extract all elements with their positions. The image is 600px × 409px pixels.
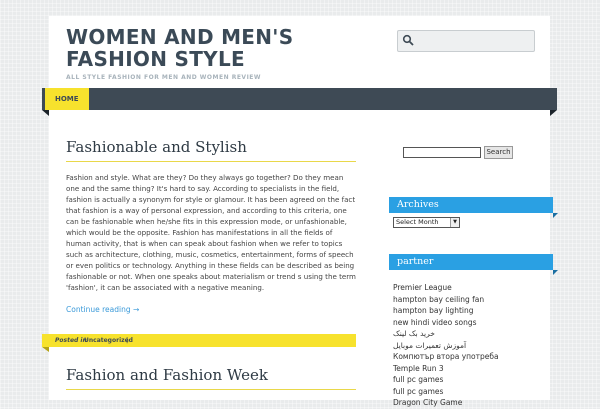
- title-divider: [66, 161, 356, 162]
- post-title[interactable]: Fashionable and Stylish: [66, 138, 356, 156]
- search-button[interactable]: Search: [484, 146, 513, 159]
- partner-link[interactable]: hampton bay ceiling fan: [393, 294, 499, 306]
- nav-ribbon-fold-left: [42, 110, 49, 116]
- partner-link[interactable]: Dragon City Game: [393, 397, 499, 409]
- posted-in-label: Posted in: [55, 337, 87, 344]
- page-container: WOMEN AND MEN'S FASHION STYLE ALL STYLE …: [42, 16, 558, 407]
- site-header: WOMEN AND MEN'S FASHION STYLE ALL STYLE …: [49, 16, 550, 88]
- title-divider: [66, 389, 356, 390]
- partner-link[interactable]: Компютър втора употреба: [393, 351, 499, 363]
- partner-link[interactable]: full pc games: [393, 374, 499, 386]
- widget-ribbon-fold: [553, 270, 558, 275]
- continue-reading-link[interactable]: Continue reading →: [66, 305, 356, 314]
- archives-dropdown[interactable]: Select Month ▼: [393, 217, 460, 228]
- post-article: Fashionable and Stylish Fashion and styl…: [66, 138, 356, 314]
- partner-link[interactable]: Temple Run 3: [393, 363, 499, 375]
- main-navigation: HOME: [42, 88, 557, 110]
- meta-separator: |: [126, 337, 129, 344]
- nav-item-home[interactable]: HOME: [42, 88, 89, 110]
- partner-link[interactable]: آموزش تعمیرات موبایل: [393, 340, 499, 352]
- partner-link[interactable]: Premier League: [393, 282, 499, 294]
- post-article: Fashion and Fashion Week: [66, 366, 356, 390]
- chevron-down-icon: ▼: [450, 218, 459, 227]
- partner-link[interactable]: خرید بک لینک: [393, 328, 499, 340]
- partner-link[interactable]: hampton bay lighting: [393, 305, 499, 317]
- partner-link[interactable]: full pc games: [393, 386, 499, 398]
- sidebar-search-input[interactable]: [403, 147, 481, 158]
- post-excerpt: Fashion and style. What are they? Do the…: [66, 173, 356, 292]
- search-icon: [402, 34, 414, 46]
- archives-widget-title: Archives: [389, 197, 553, 213]
- meta-ribbon-fold: [42, 347, 49, 352]
- site-tagline: ALL STYLE FASHION FOR MEN AND WOMEN REVI…: [66, 74, 262, 81]
- partner-link[interactable]: new hindi video songs: [393, 317, 499, 329]
- widget-ribbon-fold: [553, 213, 558, 218]
- post-title[interactable]: Fashion and Fashion Week: [66, 366, 356, 384]
- archives-selected-value: Select Month: [396, 218, 439, 226]
- post-meta-bar: Posted in Uncategorized |: [42, 334, 356, 347]
- header-search-box[interactable]: [397, 30, 535, 52]
- header-search-input[interactable]: [418, 33, 532, 49]
- partner-widget-title: partner: [389, 254, 553, 270]
- partner-links-list: Premier League hampton bay ceiling fan h…: [393, 282, 499, 409]
- nav-ribbon-fold-right: [550, 110, 557, 116]
- site-title[interactable]: WOMEN AND MEN'S FASHION STYLE: [66, 26, 356, 70]
